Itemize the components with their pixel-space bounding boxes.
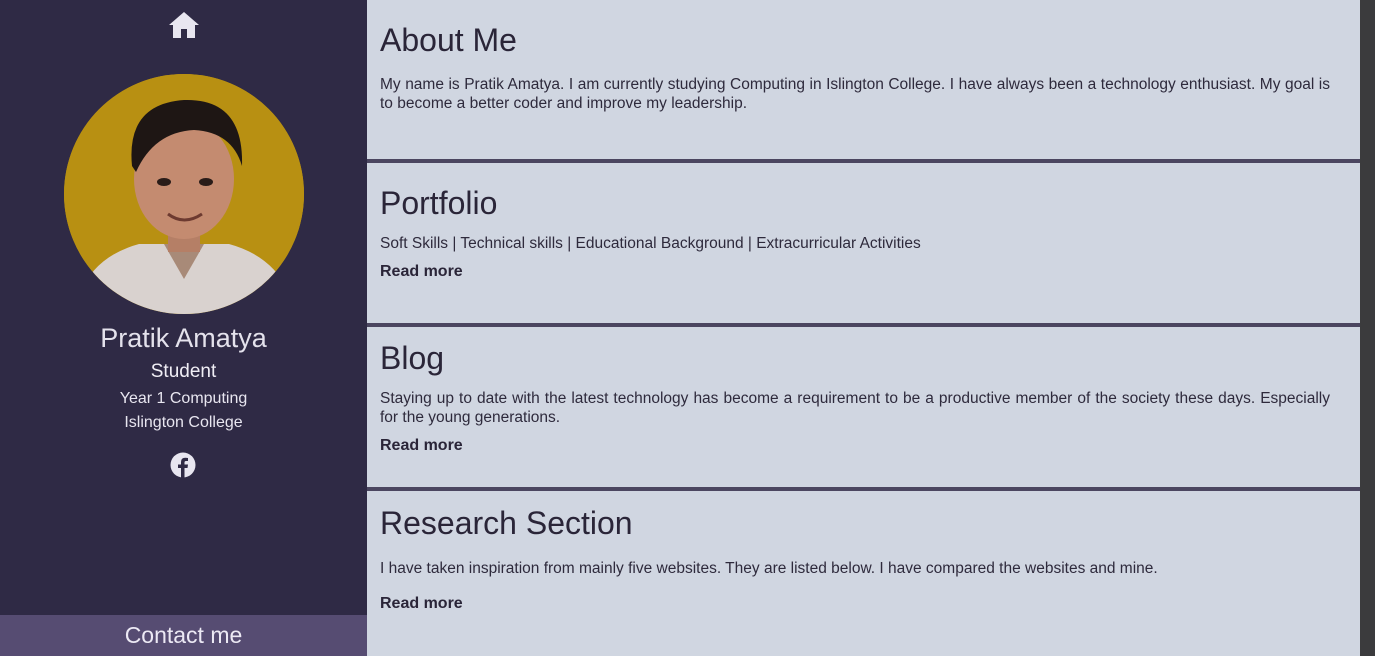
- blog-text: Staying up to date with the latest techn…: [380, 390, 1330, 426]
- home-icon[interactable]: [168, 11, 200, 39]
- profile-name: Pratik Amatya: [100, 323, 267, 353]
- profile-year: Year 1 Computing: [119, 390, 248, 407]
- portfolio-section: Portfolio Soft Skills | Technical skills…: [367, 163, 1360, 323]
- blog-section: Blog Staying up to date with the latest …: [367, 327, 1360, 487]
- portfolio-read-more-link[interactable]: Read more: [380, 263, 463, 281]
- research-text: I have taken inspiration from mainly fiv…: [380, 560, 1158, 577]
- portfolio-text: Soft Skills | Technical skills | Educati…: [380, 235, 921, 252]
- research-section: Research Section I have taken inspiratio…: [367, 491, 1360, 656]
- avatar: [64, 74, 304, 314]
- about-title: About Me: [380, 22, 517, 58]
- main-content: About Me My name is Pratik Amatya. I am …: [367, 0, 1360, 656]
- profile-college: Islington College: [124, 414, 243, 431]
- sidebar: Pratik Amatya Student Year 1 Computing I…: [0, 0, 367, 656]
- blog-title: Blog: [380, 340, 445, 376]
- blog-read-more-link[interactable]: Read more: [380, 437, 463, 455]
- scrollbar[interactable]: [1360, 0, 1375, 656]
- profile-role: Student: [150, 361, 217, 382]
- facebook-icon[interactable]: [170, 452, 196, 478]
- research-read-more-link[interactable]: Read more: [380, 595, 463, 613]
- research-title: Research Section: [380, 505, 633, 541]
- portfolio-title: Portfolio: [380, 185, 498, 221]
- contact-button[interactable]: Contact me: [0, 615, 367, 656]
- about-section: About Me My name is Pratik Amatya. I am …: [367, 0, 1360, 159]
- about-text: My name is Pratik Amatya. I am currently…: [380, 76, 1330, 112]
